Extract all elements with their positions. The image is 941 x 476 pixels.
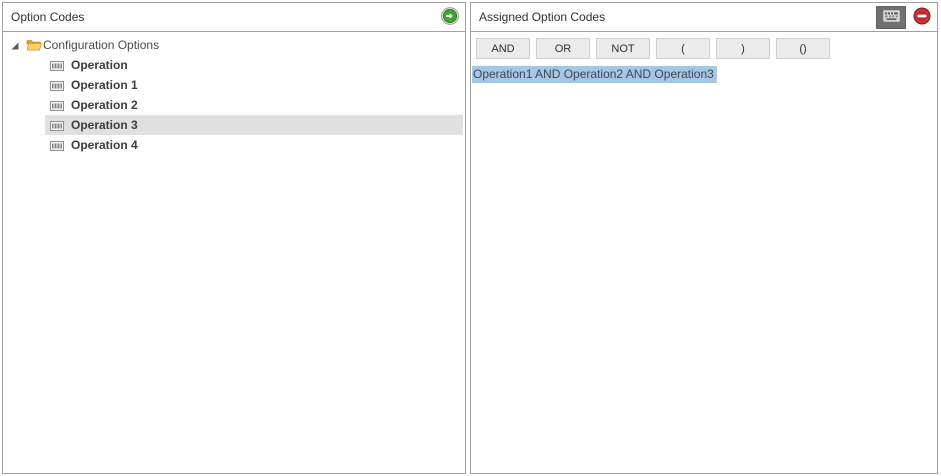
barcode-icon: [50, 140, 64, 154]
assigned-option-codes-header: Assigned Option Codes: [471, 3, 937, 32]
tree-item-label: Operation 4: [71, 138, 138, 152]
expression-selected-text[interactable]: Operation1 AND Operation2 AND Operation3: [472, 66, 717, 83]
green-arrow-right-circle-icon: [441, 7, 459, 28]
barcode-icon: [50, 120, 64, 134]
folder-icon: [26, 38, 42, 54]
operator-toolbar: AND OR NOT ( ) (): [471, 32, 937, 59]
tree-item-label: Operation 2: [71, 98, 138, 112]
option-codes-tree: Configuration Options Operation: [3, 32, 465, 155]
red-minus-circle-icon: [913, 7, 931, 28]
tree-item-operation[interactable]: Operation: [3, 55, 465, 75]
not-button[interactable]: NOT: [596, 38, 650, 59]
tree-item-operation-2[interactable]: Operation 2: [3, 95, 465, 115]
keyboard-icon: [883, 10, 900, 25]
assigned-option-codes-panel: Assigned Option Codes: [470, 2, 938, 474]
tree-item-label: Operation 3: [71, 118, 138, 132]
keyboard-toggle-button[interactable]: [876, 6, 906, 29]
tree-item-label: Operation: [71, 58, 128, 72]
tree-item-operation-3[interactable]: Operation 3: [3, 115, 465, 135]
option-codes-title: Option Codes: [11, 10, 84, 24]
or-button[interactable]: OR: [536, 38, 590, 59]
tree-node-label: Configuration Options: [43, 38, 159, 52]
assign-option-button[interactable]: [441, 9, 459, 27]
option-codes-window: Option Codes: [0, 0, 941, 476]
barcode-icon: [50, 100, 64, 114]
assigned-option-codes-title: Assigned Option Codes: [479, 10, 605, 24]
tree-node-configuration-options[interactable]: Configuration Options: [3, 35, 465, 55]
remove-option-button[interactable]: [913, 9, 931, 27]
tree-expander-icon[interactable]: [10, 40, 20, 54]
option-codes-header: Option Codes: [3, 3, 465, 32]
open-paren-button[interactable]: (: [656, 38, 710, 59]
barcode-icon: [50, 80, 64, 94]
tree-item-label: Operation 1: [71, 78, 138, 92]
close-paren-button[interactable]: ): [716, 38, 770, 59]
paren-pair-button[interactable]: (): [776, 38, 830, 59]
and-button[interactable]: AND: [476, 38, 530, 59]
expression-editor[interactable]: Operation1 AND Operation2 AND Operation3: [471, 66, 937, 83]
tree-item-operation-4[interactable]: Operation 4: [3, 135, 465, 155]
tree-item-operation-1[interactable]: Operation 1: [3, 75, 465, 95]
option-codes-panel: Option Codes: [2, 2, 466, 474]
barcode-icon: [50, 60, 64, 74]
